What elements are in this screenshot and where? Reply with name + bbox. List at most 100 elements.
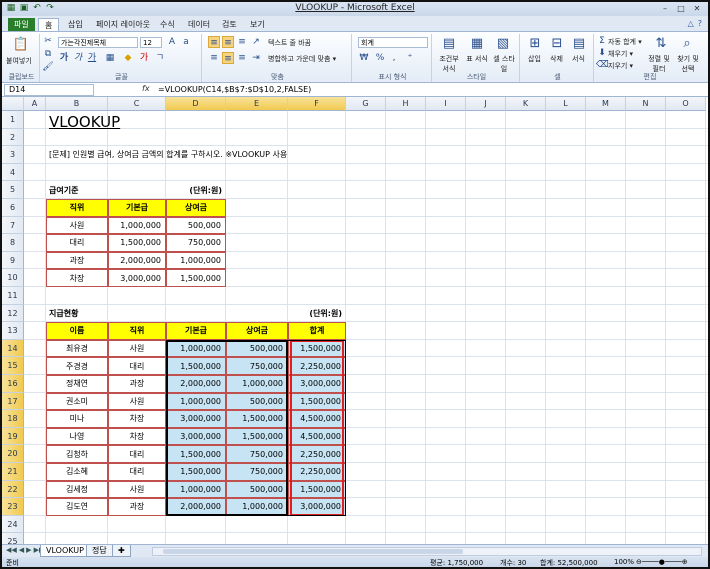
row-header[interactable]: 13 [2,322,24,340]
table1-label[interactable]: 급여기준 [46,181,166,199]
table1-cell[interactable]: 1,000,000 [166,251,226,270]
sort-filter-button[interactable]: 정렬 및 필터 [646,54,672,74]
table1-cell[interactable]: 1,500,000 [108,234,166,252]
name-box[interactable]: D14 [4,84,94,96]
delete-cells-icon[interactable]: ⊟ [548,35,566,53]
percent-button[interactable]: % [374,52,386,64]
row-header[interactable]: 10 [2,269,24,287]
table1-unit[interactable]: (단위:원) [166,181,226,199]
table2-cell[interactable]: 김소혜 [46,463,108,481]
table1-cell[interactable]: 대리 [46,234,108,252]
table2-cell[interactable]: 대리 [108,445,166,463]
align-top-icon[interactable]: ≡ [208,36,220,48]
table2-cell[interactable]: 차장 [108,427,166,446]
table2-cell[interactable]: 과장 [108,498,166,516]
table2-cell[interactable]: 정채연 [46,375,108,393]
insert-cells-icon[interactable]: ⊞ [526,35,544,53]
row-header[interactable]: 9 [2,251,24,270]
help-icon[interactable]: ? [698,19,702,28]
column-header[interactable]: B [46,97,108,111]
wrap-text-button[interactable]: 텍스트 줄 바꿈 [268,38,311,48]
sheet-title[interactable]: VLOOKUP [46,111,226,133]
row-header[interactable]: 18 [2,410,24,428]
underline-icon[interactable]: 가 [86,52,98,64]
column-header[interactable]: H [386,97,426,111]
sort-filter-icon[interactable]: ⇅ [652,35,670,53]
find-select-icon[interactable]: ⌕ [678,35,696,53]
table2-unit[interactable]: (단위:원) [288,305,346,323]
row-header[interactable]: 17 [2,392,24,411]
row-header[interactable]: 5 [2,181,24,199]
row-header[interactable]: 16 [2,375,24,393]
column-header[interactable]: C [108,97,166,111]
tab-data[interactable]: 데이터 [182,18,216,31]
align-left-icon[interactable]: ≡ [208,52,220,64]
next-sheet-icon[interactable]: ▶ [26,546,31,554]
table1-cell[interactable]: 750,000 [166,234,226,252]
autosum-icon[interactable]: Σ [596,35,608,47]
number-format-select[interactable]: 회계 [358,37,428,48]
problem-text[interactable]: [문제] 인원별 급여, 상여금 금액의 합계를 구하시오. ※VLOOKUP … [46,146,426,164]
row-header[interactable]: 4 [2,163,24,182]
border-icon[interactable]: ▦ [104,52,116,64]
table2-cell[interactable]: 사원 [108,339,166,358]
column-header[interactable]: M [586,97,626,111]
align-middle-icon[interactable]: ≡ [222,36,234,48]
new-sheet-icon[interactable]: ✚ [112,545,131,557]
table2-cell[interactable]: 최유경 [46,339,108,358]
table2-header[interactable]: 상여금 [226,322,288,340]
tab-file[interactable]: 파일 [8,18,35,31]
tab-page-layout[interactable]: 페이지 레이아웃 [90,18,156,31]
first-sheet-icon[interactable]: ◀◀ [6,546,17,554]
table2-cell[interactable]: 나영 [46,427,108,446]
table1-cell[interactable]: 사원 [46,216,108,235]
table2-cell[interactable]: 김도연 [46,498,108,516]
table1-cell[interactable]: 과장 [46,251,108,270]
table2-cell[interactable]: 차장 [108,410,166,428]
zoom-level[interactable]: 100% [614,558,634,566]
column-header[interactable]: K [506,97,546,111]
formula-input[interactable]: =VLOOKUP(C14,$B$7:$D$10,2,FALSE) [158,84,311,96]
clear-button[interactable]: 지우기 ▾ [608,61,633,71]
fill-icon[interactable]: ⬇ [596,47,608,59]
bold-icon[interactable]: 가 [58,52,70,64]
row-header[interactable]: 24 [2,515,24,534]
table2-cell[interactable]: 주경경 [46,357,108,375]
phonetic-icon[interactable]: ㄱ [154,52,166,64]
row-header[interactable]: 23 [2,498,24,516]
row-header[interactable]: 14 [2,339,24,358]
table2-header[interactable]: 기본급 [166,322,226,340]
find-select-button[interactable]: 찾기 및 선택 [674,54,702,74]
merge-center-button[interactable]: 병합하고 가운데 맞춤 ▾ [268,54,336,64]
align-right-icon[interactable]: ≡ [236,52,248,64]
prev-sheet-icon[interactable]: ◀ [19,546,24,554]
table2-header[interactable]: 합계 [288,322,346,340]
column-header[interactable]: I [426,97,466,111]
worksheet-grid[interactable]: A B C D E F G H I J K L M N O 1 2 3 4 5 6 7 8 9 10 11 12 13 14 15 16 17… [2,97,708,544]
sheet-tab-vlookup[interactable]: VLOOKUP [40,545,90,557]
shrink-font-icon[interactable]: a [180,36,192,48]
tab-home[interactable]: 홈 [38,18,60,31]
cut-icon[interactable]: ✂ [42,35,54,47]
row-header[interactable]: 1 [2,111,24,129]
select-all-corner[interactable] [2,97,24,111]
table2-header[interactable]: 직위 [108,322,166,340]
row-header[interactable]: 7 [2,216,24,235]
align-bottom-icon[interactable]: ≡ [236,36,248,48]
table2-cell[interactable]: 대리 [108,463,166,481]
table2-header[interactable]: 이름 [46,322,108,340]
tab-formulas[interactable]: 수식 [154,18,181,31]
currency-icon[interactable]: ₩ [358,52,370,64]
scrollbar-thumb[interactable] [163,549,463,554]
tab-review[interactable]: 검토 [216,18,243,31]
table2-cell[interactable]: 김청하 [46,445,108,463]
zoom-slider[interactable]: ⊖────●────⊕ [636,558,688,566]
table1-header[interactable]: 기본급 [108,199,166,217]
row-header[interactable]: 11 [2,287,24,305]
table1-header[interactable]: 상여금 [166,199,226,217]
table2-cell[interactable]: 대리 [108,357,166,375]
row-header[interactable]: 22 [2,480,24,499]
tab-insert[interactable]: 삽입 [62,18,89,31]
row-header[interactable]: 8 [2,234,24,252]
table2-cell[interactable]: 사원 [108,480,166,499]
